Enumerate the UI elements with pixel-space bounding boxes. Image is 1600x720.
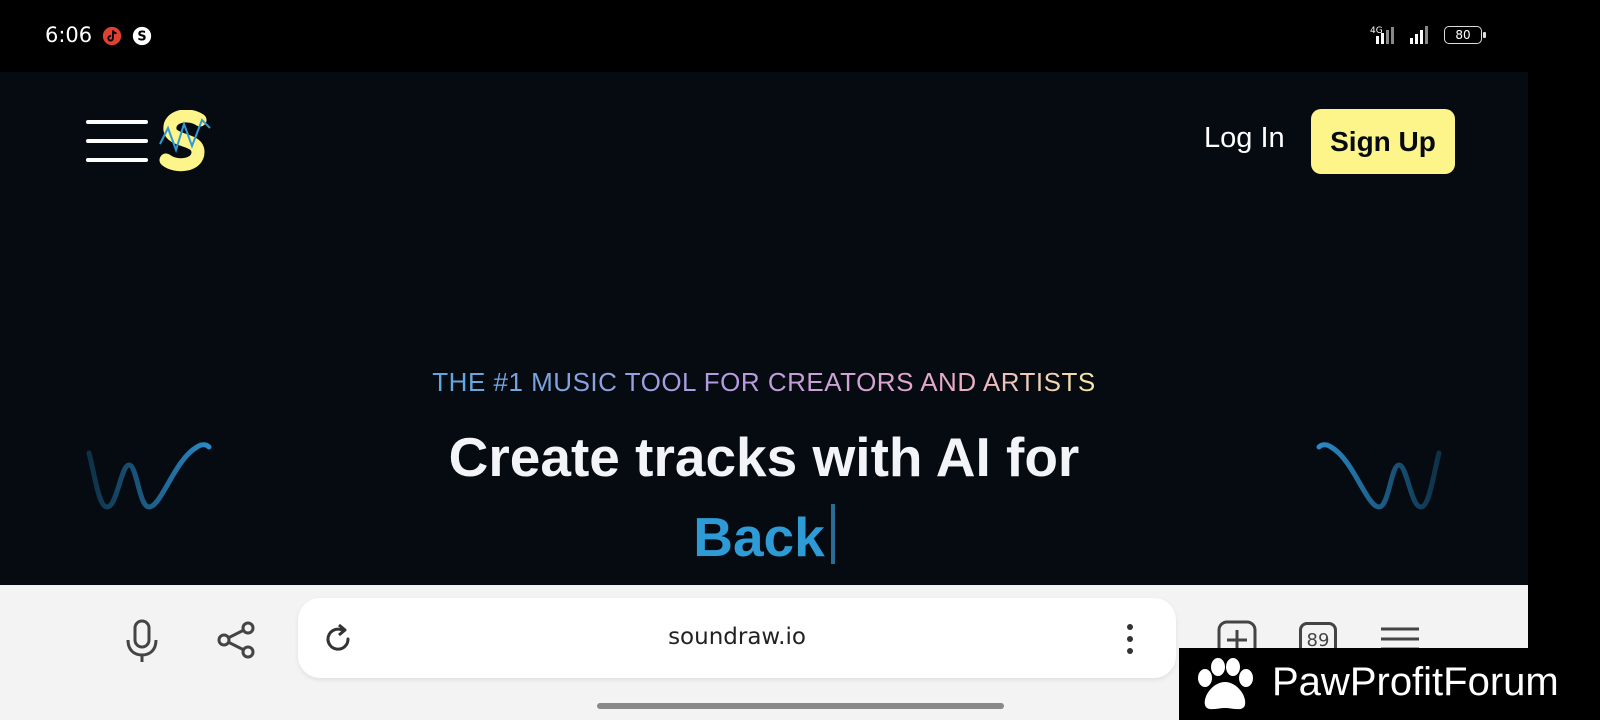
svg-text:S: S bbox=[137, 30, 146, 45]
microphone-icon[interactable] bbox=[124, 618, 160, 664]
app-s-icon: S bbox=[132, 26, 152, 46]
tiktok-icon bbox=[102, 26, 122, 46]
hamburger-menu-icon[interactable] bbox=[86, 120, 148, 162]
more-options-icon[interactable] bbox=[1124, 622, 1136, 656]
wave-decoration-left bbox=[86, 442, 212, 510]
signal-4g-icon: 4G bbox=[1370, 26, 1394, 44]
signup-button[interactable]: Sign Up bbox=[1311, 109, 1455, 174]
wave-decoration-right bbox=[1316, 442, 1442, 510]
battery-icon: 80 bbox=[1444, 26, 1486, 44]
typing-cursor bbox=[830, 504, 835, 564]
status-bar: 6:06 S 4G 80 bbox=[0, 0, 1600, 72]
hero-headline-highlight: Back bbox=[693, 506, 825, 568]
address-bar[interactable]: soundraw.io bbox=[298, 598, 1176, 678]
webpage-content: Log In Sign Up THE #1 MUSIC TOOL FOR CRE… bbox=[0, 72, 1528, 585]
url-text[interactable]: soundraw.io bbox=[298, 624, 1176, 650]
signal-icon bbox=[1410, 26, 1428, 44]
svg-text:4G: 4G bbox=[1370, 26, 1383, 36]
status-time: 6:06 bbox=[45, 23, 93, 47]
paw-icon bbox=[1198, 658, 1253, 710]
watermark: PawProfitForum bbox=[1179, 648, 1600, 720]
watermark-text: PawProfitForum bbox=[1272, 660, 1559, 704]
hero-headline: Create tracks with AI for Back bbox=[0, 417, 1528, 577]
hero-tagline: THE #1 MUSIC TOOL FOR CREATORS AND ARTIS… bbox=[0, 367, 1528, 398]
hero-headline-text: Create tracks with AI for bbox=[448, 426, 1080, 488]
share-icon[interactable] bbox=[216, 620, 256, 660]
login-link[interactable]: Log In bbox=[1204, 122, 1285, 155]
home-indicator[interactable] bbox=[597, 703, 1004, 709]
status-indicators: 4G 80 bbox=[1364, 24, 1486, 46]
soundraw-logo[interactable] bbox=[158, 110, 212, 172]
